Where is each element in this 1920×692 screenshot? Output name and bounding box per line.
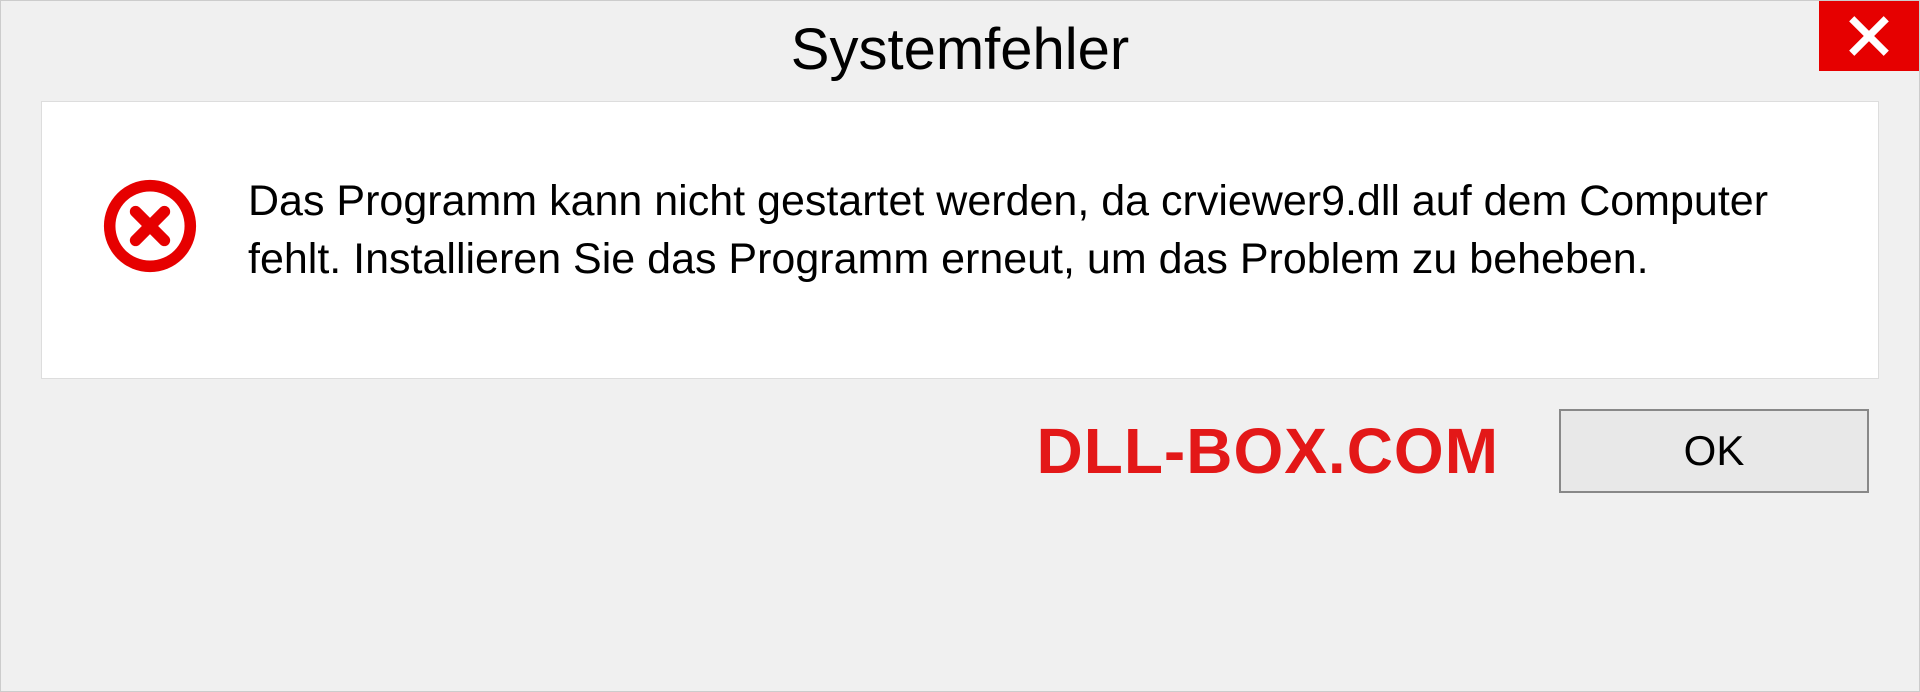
error-icon — [102, 178, 198, 274]
error-message: Das Programm kann nicht gestartet werden… — [248, 172, 1818, 288]
message-panel: Das Programm kann nicht gestartet werden… — [41, 101, 1879, 379]
ok-button[interactable]: OK — [1559, 409, 1869, 493]
watermark-text: DLL-BOX.COM — [1037, 414, 1500, 488]
dialog-title: Systemfehler — [791, 16, 1129, 83]
title-bar: Systemfehler — [1, 1, 1919, 91]
dialog-footer: DLL-BOX.COM OK — [1, 379, 1919, 493]
close-icon — [1847, 14, 1891, 58]
close-button[interactable] — [1819, 1, 1919, 71]
